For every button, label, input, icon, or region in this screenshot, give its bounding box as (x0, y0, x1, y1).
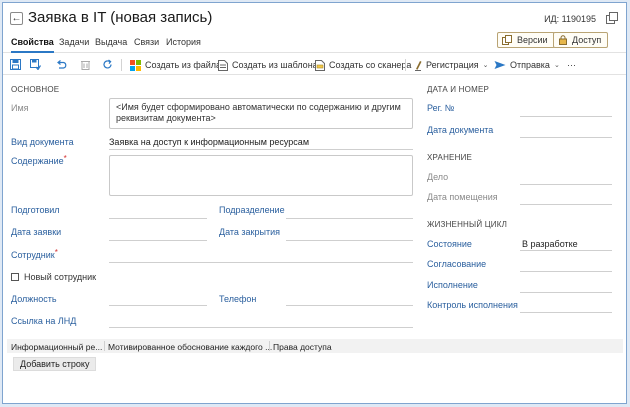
execution-control-field[interactable] (520, 312, 612, 313)
arrow-left-icon: ← (11, 12, 22, 24)
required-mark: * (63, 154, 67, 163)
tab-tasks[interactable]: Задачи (59, 37, 89, 51)
create-from-template-button[interactable]: Создать из шаблона (218, 58, 318, 72)
lnd-link-field[interactable] (109, 327, 413, 328)
close-date-label: Дата закрытия (219, 227, 280, 237)
registration-dropdown[interactable]: Регистрация ⌄ (414, 58, 489, 72)
prepared-label: Подготовил (11, 205, 60, 215)
doc-date-field[interactable] (520, 137, 612, 138)
open-in-new-window-icon[interactable] (606, 12, 618, 24)
section-main-title: ОСНОВНОЕ (11, 85, 60, 94)
lock-icon (559, 35, 567, 45)
prepared-field[interactable] (109, 218, 207, 219)
more-actions-button[interactable]: ··· (567, 58, 576, 72)
resources-table-header: Информационный ре... Мотивированное обос… (7, 339, 623, 353)
chevron-down-icon: ⌄ (482, 62, 489, 69)
name-value: <Имя будет сформировано автоматически по… (116, 102, 401, 123)
pen-icon (415, 60, 422, 71)
new-employee-label: Новый сотрудник (24, 272, 97, 282)
send-icon (494, 61, 506, 69)
title-bar: ← Заявка в IT (новая запись) ИД: 1190195 (3, 3, 626, 33)
toolbar: Создать из файла Создать из шаблона Созд… (3, 55, 626, 75)
lnd-link-label: Ссылка на ЛНД (11, 316, 77, 326)
phone-field[interactable] (286, 305, 413, 306)
placement-date-field[interactable] (520, 204, 612, 205)
tab-links[interactable]: Связи (134, 37, 159, 51)
approval-label: Согласование (427, 259, 487, 269)
position-field[interactable] (109, 305, 207, 306)
content-label: Содержание* (11, 154, 67, 166)
column-header-justification[interactable]: Мотивированное обоснование каждого ... (108, 342, 272, 352)
undo-icon[interactable] (56, 59, 67, 70)
tab-issue[interactable]: Выдача (95, 37, 127, 51)
chevron-down-icon: ⌄ (553, 62, 560, 69)
employee-label: Сотрудник* (11, 248, 58, 260)
document-card-window: ← Заявка в IT (новая запись) ИД: 1190195… (2, 2, 627, 404)
content-textarea[interactable] (109, 155, 413, 196)
versions-icon (502, 35, 512, 45)
add-row-button[interactable]: Добавить строку (13, 357, 97, 371)
save-and-close-icon[interactable] (30, 59, 41, 70)
back-button[interactable]: ← (10, 12, 23, 25)
new-employee-checkbox[interactable] (11, 273, 19, 281)
column-separator (269, 341, 270, 351)
column-header-resource[interactable]: Информационный ре... (11, 342, 102, 352)
template-icon (218, 59, 228, 71)
name-label: Имя (11, 103, 29, 113)
request-date-label: Дата заявки (11, 227, 62, 237)
column-header-access-rights[interactable]: Права доступа (273, 342, 332, 352)
section-date-number-title: ДАТА И НОМЕР (427, 85, 490, 94)
versions-label: Версии (517, 35, 548, 45)
position-label: Должность (11, 294, 57, 304)
create-from-scanner-button[interactable]: Создать со сканера (315, 58, 411, 72)
close-date-field[interactable] (286, 240, 413, 241)
doc-date-label: Дата документа (427, 125, 494, 135)
doc-type-underline (109, 149, 413, 150)
placement-date-label: Дата помещения (427, 192, 498, 202)
delete-icon[interactable] (80, 59, 91, 70)
registration-label: Регистрация (426, 60, 479, 70)
doc-type-label: Вид документа (11, 137, 74, 147)
state-label: Состояние (427, 239, 472, 249)
section-lifecycle-title: ЖИЗНЕННЫЙ ЦИКЛ (427, 220, 508, 229)
state-underline (520, 250, 612, 251)
reg-number-field[interactable] (520, 116, 612, 117)
tab-properties[interactable]: Свойства (11, 37, 54, 53)
department-field[interactable] (286, 218, 413, 219)
case-field[interactable] (520, 184, 612, 185)
required-mark: * (54, 248, 58, 257)
toolbar-separator (121, 59, 122, 71)
section-storage-title: ХРАНЕНИЕ (427, 153, 473, 162)
case-label: Дело (427, 172, 449, 182)
access-button[interactable]: Доступ (553, 32, 609, 48)
execution-field[interactable] (520, 292, 612, 293)
state-value[interactable]: В разработке (522, 239, 578, 249)
create-from-file-label: Создать из файла (145, 60, 222, 70)
tab-history[interactable]: История (166, 37, 201, 51)
request-date-field[interactable] (109, 240, 207, 241)
department-label: Подразделение (219, 205, 285, 215)
document-id: ИД: 1190195 (544, 14, 596, 24)
execution-control-label: Контроль исполнения (427, 300, 518, 310)
phone-label: Телефон (219, 294, 257, 304)
refresh-icon[interactable] (102, 59, 113, 70)
office-file-icon (130, 59, 141, 71)
sending-label: Отправка (510, 60, 550, 70)
versions-button[interactable]: Версии (497, 32, 555, 48)
toolbar-separator (405, 59, 406, 71)
sending-dropdown[interactable]: Отправка ⌄ (494, 58, 560, 72)
reg-number-label: Рег. № (427, 103, 455, 113)
create-from-scanner-label: Создать со сканера (329, 60, 412, 70)
doc-type-value[interactable]: Заявка на доступ к информационным ресурс… (109, 137, 309, 147)
scanner-icon (315, 59, 325, 71)
execution-label: Исполнение (427, 280, 478, 290)
create-from-file-button[interactable]: Создать из файла (130, 58, 221, 72)
access-label: Доступ (572, 35, 602, 45)
column-separator (104, 341, 105, 351)
create-from-template-label: Создать из шаблона (232, 60, 318, 70)
save-icon[interactable] (10, 59, 21, 70)
page-title: Заявка в IT (новая запись) (28, 9, 213, 26)
approval-field[interactable] (520, 271, 612, 272)
employee-field[interactable] (109, 262, 413, 263)
